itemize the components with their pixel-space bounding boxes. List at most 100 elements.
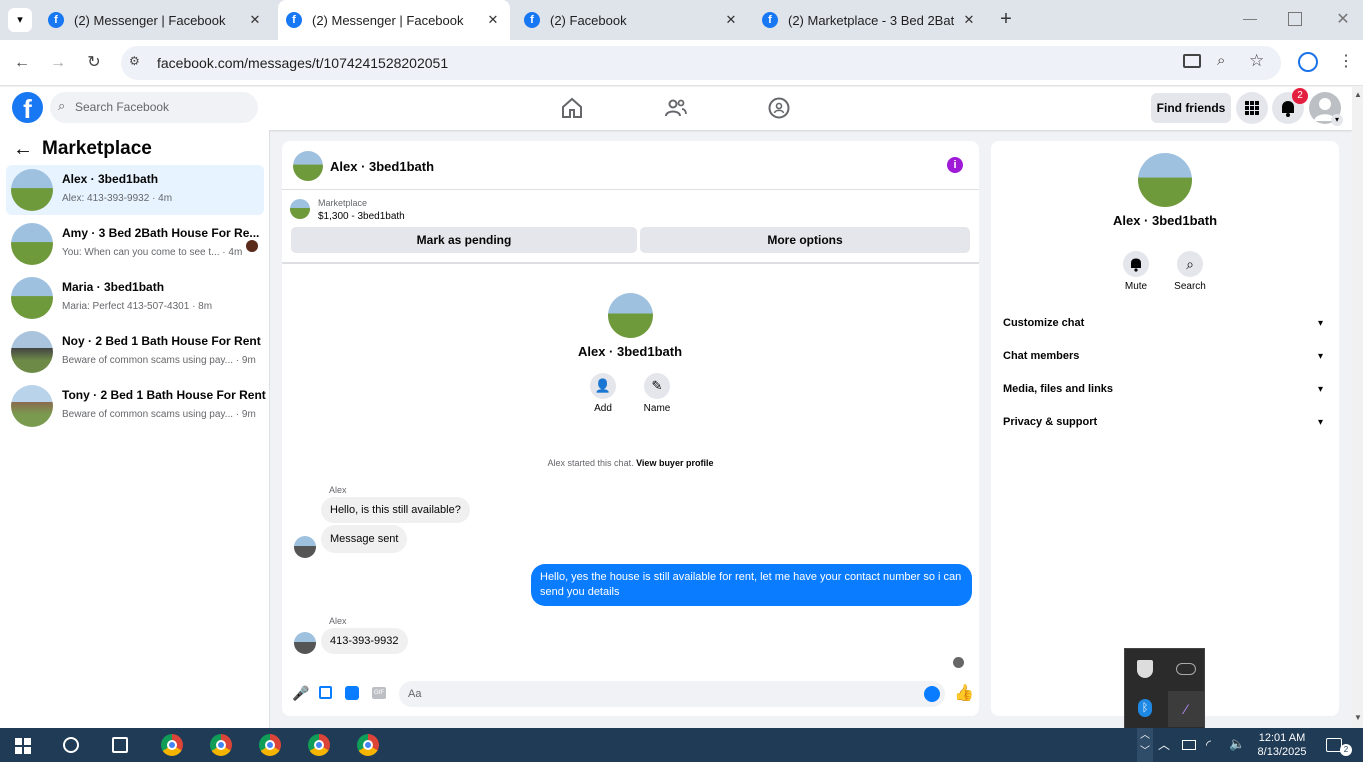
details-avatar[interactable] [1138, 153, 1192, 207]
conversation-item[interactable]: Maria · 3bed1bath Maria: Perfect 413-507… [6, 273, 264, 323]
volume-icon[interactable]: 🔈 [1229, 736, 1245, 752]
show-hidden-icons-chevron-icon[interactable]: ︿ [1158, 736, 1170, 753]
message-input[interactable]: Aa [399, 681, 945, 707]
forward-icon[interactable]: → [46, 51, 70, 75]
thumbs-up-icon[interactable]: 👍 [954, 683, 974, 703]
tray-collapse-chevron-icon[interactable]: ︿ ﹀ [1137, 728, 1153, 762]
scroll-down-arrow[interactable]: ▼ [1354, 713, 1362, 722]
friends-icon[interactable] [664, 96, 688, 120]
close-tab-icon[interactable]: ✕ [246, 11, 264, 29]
mark-as-pending-button[interactable]: Mark as pending [291, 227, 637, 253]
conversation-item[interactable]: Noy · 2 Bed 1 Bath House For Rent Beware… [6, 327, 264, 377]
chat-members-row[interactable]: Chat members [1003, 350, 1079, 362]
received-message[interactable]: Message sent [321, 525, 408, 553]
customize-chat-row[interactable]: Customize chat [1003, 317, 1084, 329]
chevron-down-icon[interactable]: ▾ [1318, 384, 1323, 395]
find-friends-button[interactable]: Find friends [1151, 93, 1231, 123]
voice-clip-icon[interactable]: 🎤 [292, 685, 309, 702]
pen-tool-icon[interactable]: ⁄ [1168, 691, 1204, 727]
conversation-item[interactable]: Alex · 3bed1bath Alex: 413-393-9932 · 4m [6, 165, 264, 215]
name-button[interactable]: ✎ [644, 373, 670, 399]
chevron-down-icon[interactable]: ▾ [1318, 351, 1323, 362]
received-message[interactable]: 413-393-9932 [321, 628, 408, 654]
scroll-up-arrow[interactable]: ▲ [1354, 90, 1362, 99]
menu-grid-button[interactable] [1236, 92, 1268, 124]
cortana-search-icon[interactable] [63, 737, 79, 753]
received-message[interactable]: Hello, is this still available? [321, 497, 470, 523]
chat-header-avatar[interactable] [293, 151, 323, 181]
mute-button[interactable] [1123, 251, 1149, 277]
facebook-favicon-icon: f [48, 12, 64, 28]
info-icon[interactable]: i [947, 157, 963, 173]
privacy-support-row[interactable]: Privacy & support [1003, 416, 1097, 428]
chat-started-line: Alex started this chat. View buyer profi… [282, 458, 979, 468]
chat-header-name[interactable]: Alex · 3bed1bath [330, 159, 434, 174]
conversation-list-panel: ← Marketplace Alex · 3bed1bath Alex: 413… [0, 130, 270, 728]
gif-icon[interactable]: GIF [372, 687, 386, 699]
chrome-taskbar-icon[interactable] [357, 734, 379, 756]
bluetooth-icon[interactable]: ᛒ [1138, 699, 1152, 717]
chrome-taskbar-icon[interactable] [210, 734, 232, 756]
close-tab-icon[interactable]: ✕ [722, 11, 740, 29]
chrome-taskbar-icon[interactable] [308, 734, 330, 756]
windows-start-icon[interactable] [15, 738, 31, 754]
task-view-icon[interactable] [112, 737, 128, 753]
minimize-window-icon[interactable]: — [1240, 10, 1260, 30]
clock-time[interactable]: 12:01 AM [1254, 732, 1310, 744]
install-app-icon[interactable] [1183, 54, 1201, 68]
chrome-menu-icon[interactable]: ⋮ [1338, 51, 1354, 71]
search-chat-button[interactable]: ⌕ [1177, 251, 1203, 277]
more-options-button[interactable]: More options [640, 227, 970, 253]
add-button[interactable]: 👤 [590, 373, 616, 399]
wifi-icon[interactable]: ◜ [1206, 737, 1211, 753]
close-tab-icon[interactable]: ✕ [960, 11, 978, 29]
page-scrollbar[interactable]: ▲ ▼ [1352, 87, 1363, 728]
attach-image-icon[interactable] [319, 686, 332, 699]
reload-icon[interactable]: ↻ [82, 51, 106, 75]
browser-tab-1[interactable]: f (2) Messenger | Facebook ✕ [40, 0, 272, 40]
address-bar[interactable]: ⚙ facebook.com/messages/t/10742415282020… [121, 46, 1281, 80]
profile-icon[interactable] [1298, 52, 1318, 72]
clock-date[interactable]: 8/13/2025 [1254, 746, 1310, 758]
site-info-icon[interactable]: ⚙ [129, 54, 147, 72]
listing-title[interactable]: $1,300 - 3bed1bath [318, 211, 405, 222]
security-shield-icon[interactable] [1137, 660, 1153, 678]
listing-thumbnail[interactable] [290, 199, 310, 219]
media-files-links-row[interactable]: Media, files and links [1003, 383, 1113, 395]
zoom-icon[interactable]: ⌕ [1217, 52, 1225, 69]
browser-tab-4[interactable]: f (2) Marketplace - 3 Bed 2Bath H ✕ [754, 0, 986, 40]
view-buyer-profile-link[interactable]: View buyer profile [636, 458, 713, 468]
groups-icon[interactable] [767, 96, 791, 120]
home-icon[interactable] [560, 96, 584, 120]
conversation-item[interactable]: Tony · 2 Bed 1 Bath House For Rent Bewar… [6, 381, 266, 431]
facebook-logo[interactable]: f [12, 92, 43, 124]
chrome-taskbar-icon[interactable] [259, 734, 281, 756]
chevron-down-icon[interactable]: ▾ [1318, 318, 1323, 329]
battery-icon[interactable] [1182, 740, 1196, 750]
restore-window-icon[interactable] [1288, 12, 1302, 26]
emoji-icon[interactable] [924, 686, 940, 702]
cloud-offline-icon[interactable] [1176, 663, 1196, 675]
conversation-item[interactable]: Amy · 3 Bed 2Bath House For Re... You: W… [6, 219, 264, 269]
browser-tab-2[interactable]: f (2) Messenger | Facebook ✕ [278, 0, 510, 40]
new-tab-button[interactable]: + [995, 8, 1017, 30]
sent-message[interactable]: Hello, yes the house is still available … [531, 564, 972, 606]
browser-tab-3[interactable]: f (2) Facebook ✕ [516, 0, 748, 40]
browser-toolbar: ← → ↻ ⚙ facebook.com/messages/t/10742415… [0, 40, 1363, 86]
url-text[interactable]: facebook.com/messages/t/1074241528202051 [157, 55, 448, 71]
chrome-taskbar-icon[interactable] [161, 734, 183, 756]
facebook-search-input[interactable]: ⌕ Search Facebook [50, 92, 258, 123]
sticker-icon[interactable] [345, 686, 359, 700]
back-arrow-icon[interactable]: ← [13, 138, 33, 161]
bookmark-star-icon[interactable]: ☆ [1249, 51, 1264, 71]
back-icon[interactable]: ← [10, 51, 34, 75]
profile-avatar[interactable] [608, 293, 653, 338]
tab-search-button[interactable]: ▾ [8, 8, 32, 32]
conversation-name: Alex · 3bed1bath [62, 172, 159, 186]
notifications-button[interactable]: 2 [1272, 88, 1308, 124]
close-tab-icon[interactable]: ✕ [484, 11, 502, 29]
sender-label: Alex [329, 485, 347, 495]
close-window-icon[interactable]: ✕ [1333, 9, 1353, 29]
chevron-down-icon[interactable]: ▾ [1318, 417, 1323, 428]
account-avatar[interactable]: ▾ [1309, 92, 1343, 126]
